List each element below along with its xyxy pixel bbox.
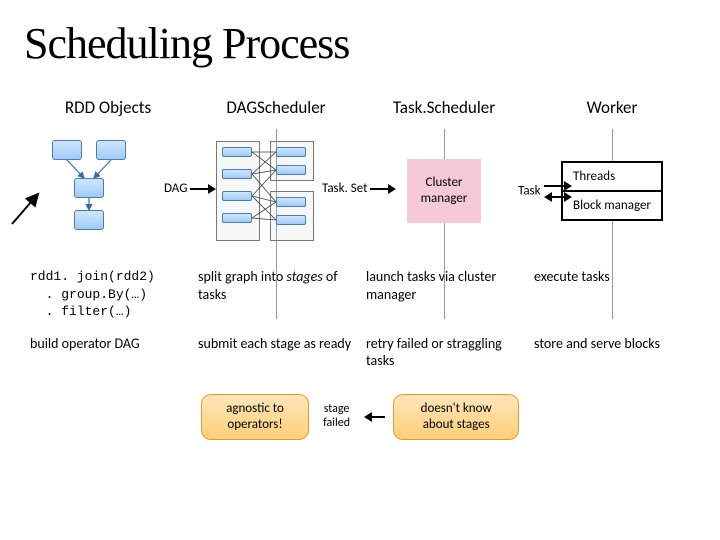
- rdd-box: [52, 140, 82, 160]
- rdd-box: [74, 178, 104, 198]
- rdd-box: [96, 140, 126, 160]
- arrow-both-icon: [544, 192, 572, 202]
- col-rdd: RDD Objects: [24, 97, 192, 246]
- flow-task: Task: [518, 181, 572, 202]
- row-1: rdd1. join(rdd2) . group.By(…) . filter(…: [24, 268, 696, 321]
- code-snippet: rdd1. join(rdd2) . group.By(…) . filter(…: [24, 268, 192, 321]
- pointer-arrow-icon: [8, 188, 48, 228]
- dag-edges-svg: [216, 141, 336, 241]
- col-head-dag: DAGScheduler: [226, 97, 325, 118]
- arrow-left-icon: [364, 412, 385, 422]
- column-row: RDD Objects DAGScheduler: [24, 97, 696, 246]
- arrow-right-icon: [544, 181, 572, 191]
- col-head-rdd: RDD Objects: [65, 97, 151, 118]
- code-line: rdd1. join(rdd2): [30, 269, 155, 284]
- empty-cell: [525, 384, 696, 441]
- empty-cell: [24, 384, 195, 441]
- flow-taskset: Task. Set: [322, 181, 396, 196]
- rdd-box: [74, 210, 104, 230]
- flow-dag: DAG: [164, 181, 216, 196]
- col-task: Task.Scheduler Cluster manager: [360, 97, 528, 246]
- text: split graph into: [198, 268, 286, 285]
- flow-dag-label: DAG: [164, 181, 187, 196]
- flow-taskset-label: Task. Set: [322, 181, 368, 196]
- page-title: Scheduling Process: [24, 18, 696, 69]
- row-pills: agnostic to operators! stage failed does…: [24, 384, 696, 441]
- desc-worker-2: store and serve blocks: [528, 335, 696, 370]
- stage-failed-label: stage failed: [317, 403, 356, 431]
- row-2: build operator DAG submit each stage as …: [24, 335, 696, 370]
- desc-rdd-2: build operator DAG: [24, 335, 192, 370]
- arrow-right-icon: [370, 184, 396, 194]
- text-em: stages: [286, 268, 322, 285]
- code-line: . filter(…): [46, 304, 132, 319]
- pill-cell: agnostic to operators! stage failed does…: [195, 384, 525, 441]
- flow-task-label: Task: [518, 184, 541, 199]
- block-manager-box: Block manager: [561, 190, 663, 222]
- col-head-worker: Worker: [587, 97, 638, 118]
- desc-task-2: retry failed or straggling tasks: [360, 335, 528, 370]
- pill-stages: doesn't know about stages: [393, 394, 519, 441]
- col-worker: Worker Threads Block manager: [528, 97, 696, 246]
- arrow-right-icon: [190, 184, 216, 194]
- desc-dag-2: submit each stage as ready: [192, 335, 360, 370]
- col-dag: DAGScheduler: [192, 97, 360, 246]
- pill-agnostic: agnostic to operators!: [201, 394, 309, 441]
- description-rows: rdd1. join(rdd2) . group.By(…) . filter(…: [24, 268, 696, 440]
- col-head-task: Task.Scheduler: [393, 97, 495, 118]
- cluster-manager-box: Cluster manager: [407, 159, 481, 223]
- code-line: . group.By(…): [46, 287, 147, 302]
- threads-box: Threads: [561, 161, 663, 190]
